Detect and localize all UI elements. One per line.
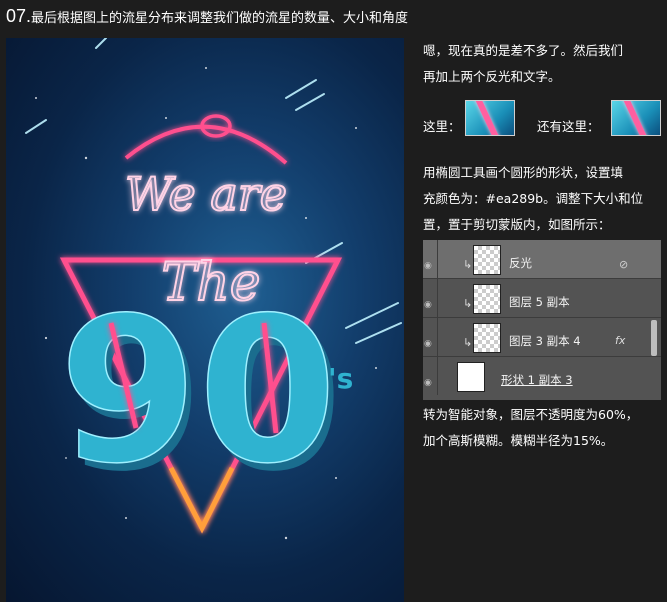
visibility-eye-icon[interactable]: ◉ (423, 279, 438, 317)
step-number: 07. (6, 6, 32, 26)
clip-arrow-icon: ↳ (463, 258, 473, 271)
layer-name: 形状 1 副本 3 (501, 373, 573, 387)
layer-name: 反光 (509, 256, 532, 270)
paragraph-1a: 嗯，现在真的是差不多了。然后我们 (423, 43, 624, 58)
poster-art: We are The 90 90 's (25, 38, 402, 540)
numerals-suffix: 's (328, 362, 353, 395)
numerals-face: 90 (59, 275, 337, 508)
clip-arrow-icon: ↳ (463, 297, 473, 310)
layer-row[interactable]: ◉ 形状 1 副本 3 (423, 357, 661, 395)
layer-thumbnail (457, 362, 485, 392)
layer-row[interactable]: ◉ ↳ 反光 ⊘ (423, 240, 661, 279)
layer-name: 图层 5 副本 (509, 295, 570, 309)
clip-arrow-icon: ↳ (463, 336, 473, 349)
layer-thumbnail (473, 245, 501, 275)
step-title: 最后根据图上的流星分布来调整我们做的流星的数量、大小和角度 (31, 11, 409, 26)
layer-thumbnail (473, 323, 501, 353)
smart-object-icon: ⊘ (619, 258, 629, 271)
layer-row[interactable]: ◉ ↳ 图层 5 副本 (423, 279, 661, 318)
panel-scrollbar[interactable] (651, 320, 657, 356)
step-heading: 07.最后根据图上的流星分布来调整我们做的流星的数量、大小和角度 (6, 6, 408, 27)
layer-row[interactable]: ◉ ↳ 图层 3 副本 4 fx (423, 318, 661, 357)
paragraph-1b: 再加上两个反光和文字。 (423, 69, 561, 84)
layer-thumbnail (473, 284, 501, 314)
block-numerals: 90 90 's (58, 274, 353, 516)
paragraph-2c: 置，置于剪切蒙版内，如图所示： (423, 217, 611, 232)
label-here: 这里： (423, 119, 461, 134)
visibility-eye-icon[interactable]: ◉ (423, 240, 438, 278)
poster-image: We are The 90 90 's (6, 38, 404, 602)
paragraph-3b: 加个高斯模糊。模糊半径为15%。 (423, 433, 614, 448)
visibility-eye-icon[interactable]: ◉ (423, 318, 438, 356)
paragraph-2b: 充颜色为：#ea289b。调整下大小和位 (423, 191, 644, 206)
visibility-eye-icon[interactable]: ◉ (423, 357, 438, 395)
neon-we-are: We are (125, 167, 287, 221)
paragraph-3a: 转为智能对象，图层不透明度为60%， (423, 407, 639, 422)
layers-panel: ◉ ↳ 反光 ⊘ ◉ ↳ 图层 5 副本 ◉ ↳ 图层 3 副本 4 fx ◉ … (423, 240, 661, 400)
reflection-thumb-2 (611, 100, 661, 136)
paragraph-2a: 用椭圆工具画个圆形的形状，设置填 (423, 165, 624, 180)
layer-effects-icon[interactable]: fx (615, 328, 625, 354)
label-also-here: 还有这里： (537, 119, 600, 134)
reflection-thumb-1 (465, 100, 515, 136)
layer-name: 图层 3 副本 4 (509, 334, 581, 348)
